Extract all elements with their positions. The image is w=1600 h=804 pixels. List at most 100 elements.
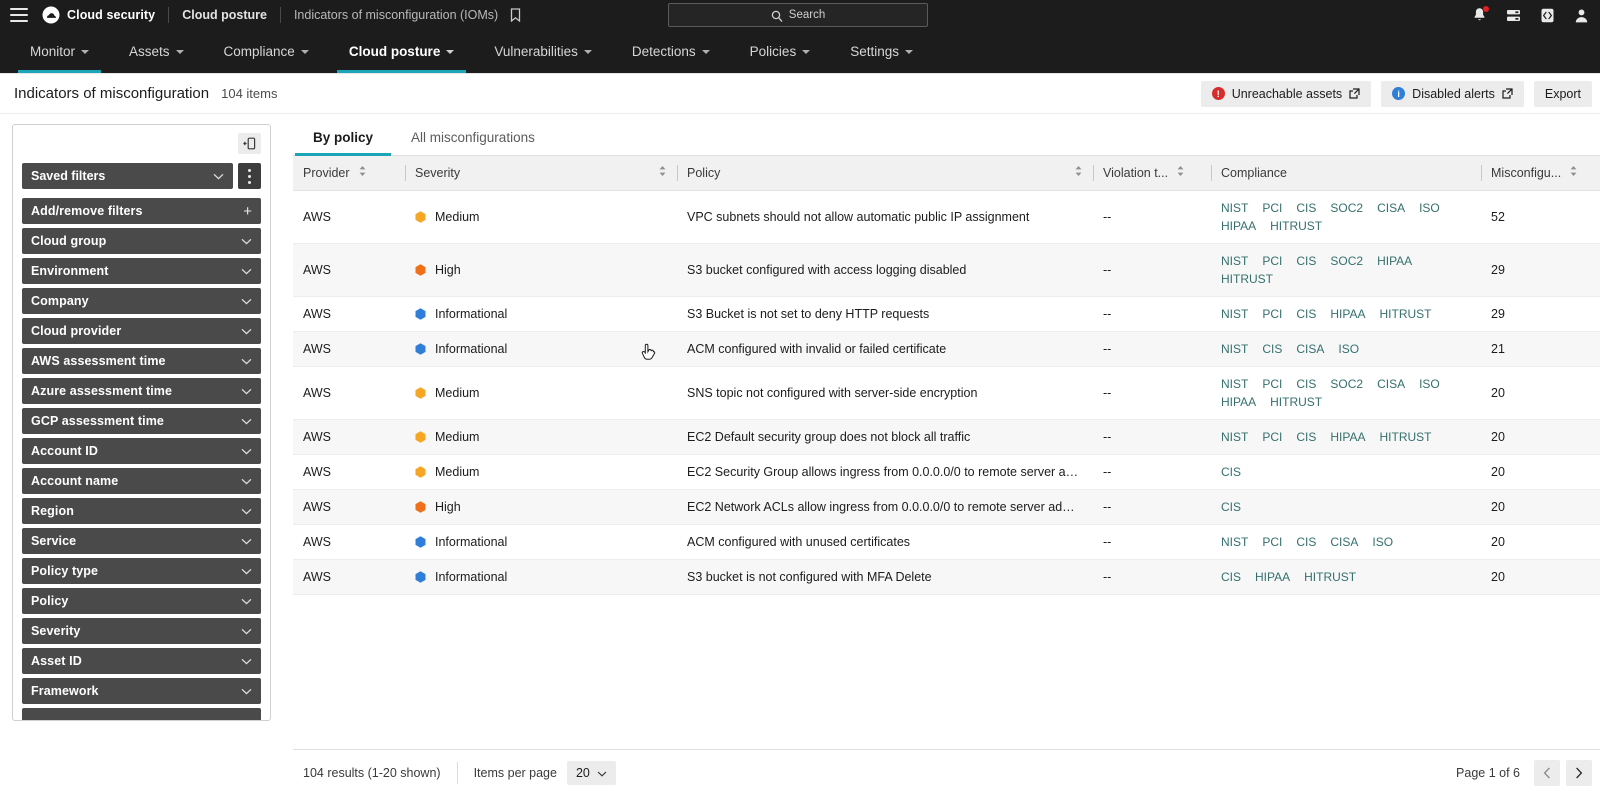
compliance-tag[interactable]: CISA (1377, 201, 1405, 215)
compliance-tag[interactable]: HITRUST (1270, 395, 1322, 409)
brand-name[interactable]: Cloud security (67, 8, 155, 22)
feed-icon[interactable] (1505, 7, 1522, 24)
filter-item-framework[interactable]: Framework (22, 678, 261, 704)
cell-policy[interactable]: EC2 Default security group does not bloc… (677, 419, 1093, 455)
compliance-tag[interactable]: ISO (1372, 535, 1393, 549)
user-avatar-icon[interactable] (1573, 7, 1590, 24)
panel-collapse-icon[interactable] (238, 133, 261, 154)
sort-icon[interactable] (1569, 165, 1578, 180)
nav-item-cloud-posture[interactable]: Cloud posture (329, 30, 475, 73)
compliance-tag[interactable]: NIST (1221, 201, 1248, 215)
filter-item-azure-assessment-time[interactable]: Azure assessment time (22, 378, 261, 404)
table-row[interactable]: AWS Informational ACM configured with unus… (293, 524, 1600, 560)
compliance-tag[interactable]: HIPAA (1377, 254, 1412, 268)
nav-item-settings[interactable]: Settings (830, 30, 933, 73)
compliance-tag[interactable]: CISA (1330, 535, 1358, 549)
compliance-tag[interactable]: HITRUST (1380, 430, 1432, 444)
compliance-tag[interactable]: NIST (1221, 342, 1248, 356)
compliance-tag[interactable]: CIS (1221, 570, 1241, 584)
table-row[interactable]: AWS Medium VPC subnets should not allow au… (293, 190, 1600, 244)
cell-policy[interactable]: ACM configured with invalid or failed ce… (677, 331, 1093, 367)
more-options-icon[interactable] (238, 163, 261, 189)
compliance-tag[interactable]: CIS (1296, 307, 1316, 321)
compliance-tag[interactable]: HIPAA (1330, 430, 1365, 444)
filter-item-policy-type[interactable]: Policy type (22, 558, 261, 584)
column-header-misconfigurations[interactable]: Misconfigu... (1481, 156, 1600, 191)
filter-item-cloud-group[interactable]: Cloud group (22, 228, 261, 254)
compliance-tag[interactable]: NIST (1221, 377, 1248, 391)
compliance-tag[interactable]: HITRUST (1304, 570, 1356, 584)
global-search[interactable]: Search (668, 3, 928, 27)
table-row[interactable]: AWS Medium EC2 Default security group does… (293, 419, 1600, 455)
compliance-tag[interactable]: CIS (1296, 430, 1316, 444)
compliance-tag[interactable]: SOC2 (1330, 377, 1363, 391)
compliance-tag[interactable]: CIS (1296, 254, 1316, 268)
nav-item-policies[interactable]: Policies (730, 30, 831, 73)
disabled-alerts-button[interactable]: i Disabled alerts (1381, 80, 1524, 107)
sort-icon[interactable] (1176, 165, 1185, 180)
compliance-tag[interactable]: CISA (1377, 377, 1405, 391)
export-button[interactable]: Export (1533, 80, 1592, 107)
nav-item-detections[interactable]: Detections (612, 30, 730, 73)
compliance-tag[interactable]: ISO (1338, 342, 1359, 356)
compliance-tag[interactable]: CIS (1262, 342, 1282, 356)
column-header-violation-time[interactable]: Violation t... (1093, 156, 1211, 191)
cell-policy[interactable]: EC2 Security Group allows ingress from 0… (677, 454, 1093, 490)
filter-item-policy[interactable]: Policy (22, 588, 261, 614)
cell-policy[interactable]: S3 Bucket is not set to deny HTTP reques… (677, 296, 1093, 332)
column-header-severity[interactable]: Severity (405, 156, 677, 191)
compliance-tag[interactable]: PCI (1262, 254, 1282, 268)
table-row[interactable]: AWS Medium SNS topic not configured with s… (293, 366, 1600, 420)
cell-policy[interactable]: SNS topic not configured with server-sid… (677, 366, 1093, 420)
cell-policy[interactable]: VPC subnets should not allow automatic p… (677, 190, 1093, 244)
column-header-provider[interactable]: Provider (293, 156, 405, 191)
filter-item-gcp-assessment-time[interactable]: GCP assessment time (22, 408, 261, 434)
nav-item-monitor[interactable]: Monitor (10, 30, 109, 73)
compliance-tag[interactable]: HIPAA (1221, 395, 1256, 409)
prev-page-button[interactable] (1534, 759, 1560, 786)
compliance-tag[interactable]: CIS (1221, 465, 1241, 479)
compliance-tag[interactable]: SOC2 (1330, 254, 1363, 268)
filter-item-company[interactable]: Company (22, 288, 261, 314)
nav-item-compliance[interactable]: Compliance (204, 30, 329, 73)
compliance-tag[interactable]: HIPAA (1255, 570, 1290, 584)
compliance-tag[interactable]: HITRUST (1380, 307, 1432, 321)
filter-item-account-id[interactable]: Account ID (22, 438, 261, 464)
compliance-tag[interactable]: PCI (1262, 430, 1282, 444)
compliance-tag[interactable]: CIS (1221, 500, 1241, 514)
filter-item-environment[interactable]: Environment (22, 258, 261, 284)
compliance-tag[interactable]: HIPAA (1221, 219, 1256, 233)
compliance-tag[interactable]: NIST (1221, 535, 1248, 549)
filter-item-asset-id[interactable]: Asset ID (22, 648, 261, 674)
column-header-policy[interactable]: Policy (677, 156, 1093, 191)
compliance-tag[interactable]: CIS (1296, 535, 1316, 549)
items-per-page-select[interactable]: 20 (566, 760, 616, 785)
filter-item-severity[interactable]: Severity (22, 618, 261, 644)
table-row[interactable]: AWS High EC2 Network ACLs allow ingress fr… (293, 489, 1600, 525)
compliance-tag[interactable]: CIS (1296, 201, 1316, 215)
compliance-tag[interactable]: NIST (1221, 430, 1248, 444)
column-header-compliance[interactable]: Compliance (1211, 156, 1481, 191)
saved-filters-select[interactable]: Saved filters (22, 163, 233, 189)
cell-policy[interactable]: ACM configured with unused certificates (677, 524, 1093, 560)
notification-bell-icon[interactable] (1471, 5, 1489, 24)
code-icon[interactable] (1539, 7, 1556, 24)
nav-item-assets[interactable]: Assets (109, 30, 204, 73)
table-row[interactable]: AWS Informational S3 bucket is not configu… (293, 559, 1600, 595)
sort-icon[interactable] (658, 165, 667, 180)
filter-item-partial[interactable] (22, 708, 261, 720)
table-row[interactable]: AWS High S3 bucket configured with access … (293, 243, 1600, 297)
cell-policy[interactable]: EC2 Network ACLs allow ingress from 0.0.… (677, 489, 1093, 525)
compliance-tag[interactable]: PCI (1262, 377, 1282, 391)
compliance-tag[interactable]: CIS (1296, 377, 1316, 391)
table-row[interactable]: AWS Informational S3 Bucket is not set to … (293, 296, 1600, 332)
compliance-tag[interactable]: CISA (1296, 342, 1324, 356)
unreachable-assets-button[interactable]: ! Unreachable assets (1200, 80, 1372, 107)
filter-item-region[interactable]: Region (22, 498, 261, 524)
sort-icon[interactable] (358, 165, 367, 180)
hamburger-icon[interactable] (10, 8, 28, 22)
filter-item-aws-assessment-time[interactable]: AWS assessment time (22, 348, 261, 374)
add-remove-filters-button[interactable]: Add/remove filters + (22, 198, 261, 224)
breadcrumb-parent[interactable]: Cloud posture (182, 8, 267, 22)
compliance-tag[interactable]: PCI (1262, 307, 1282, 321)
